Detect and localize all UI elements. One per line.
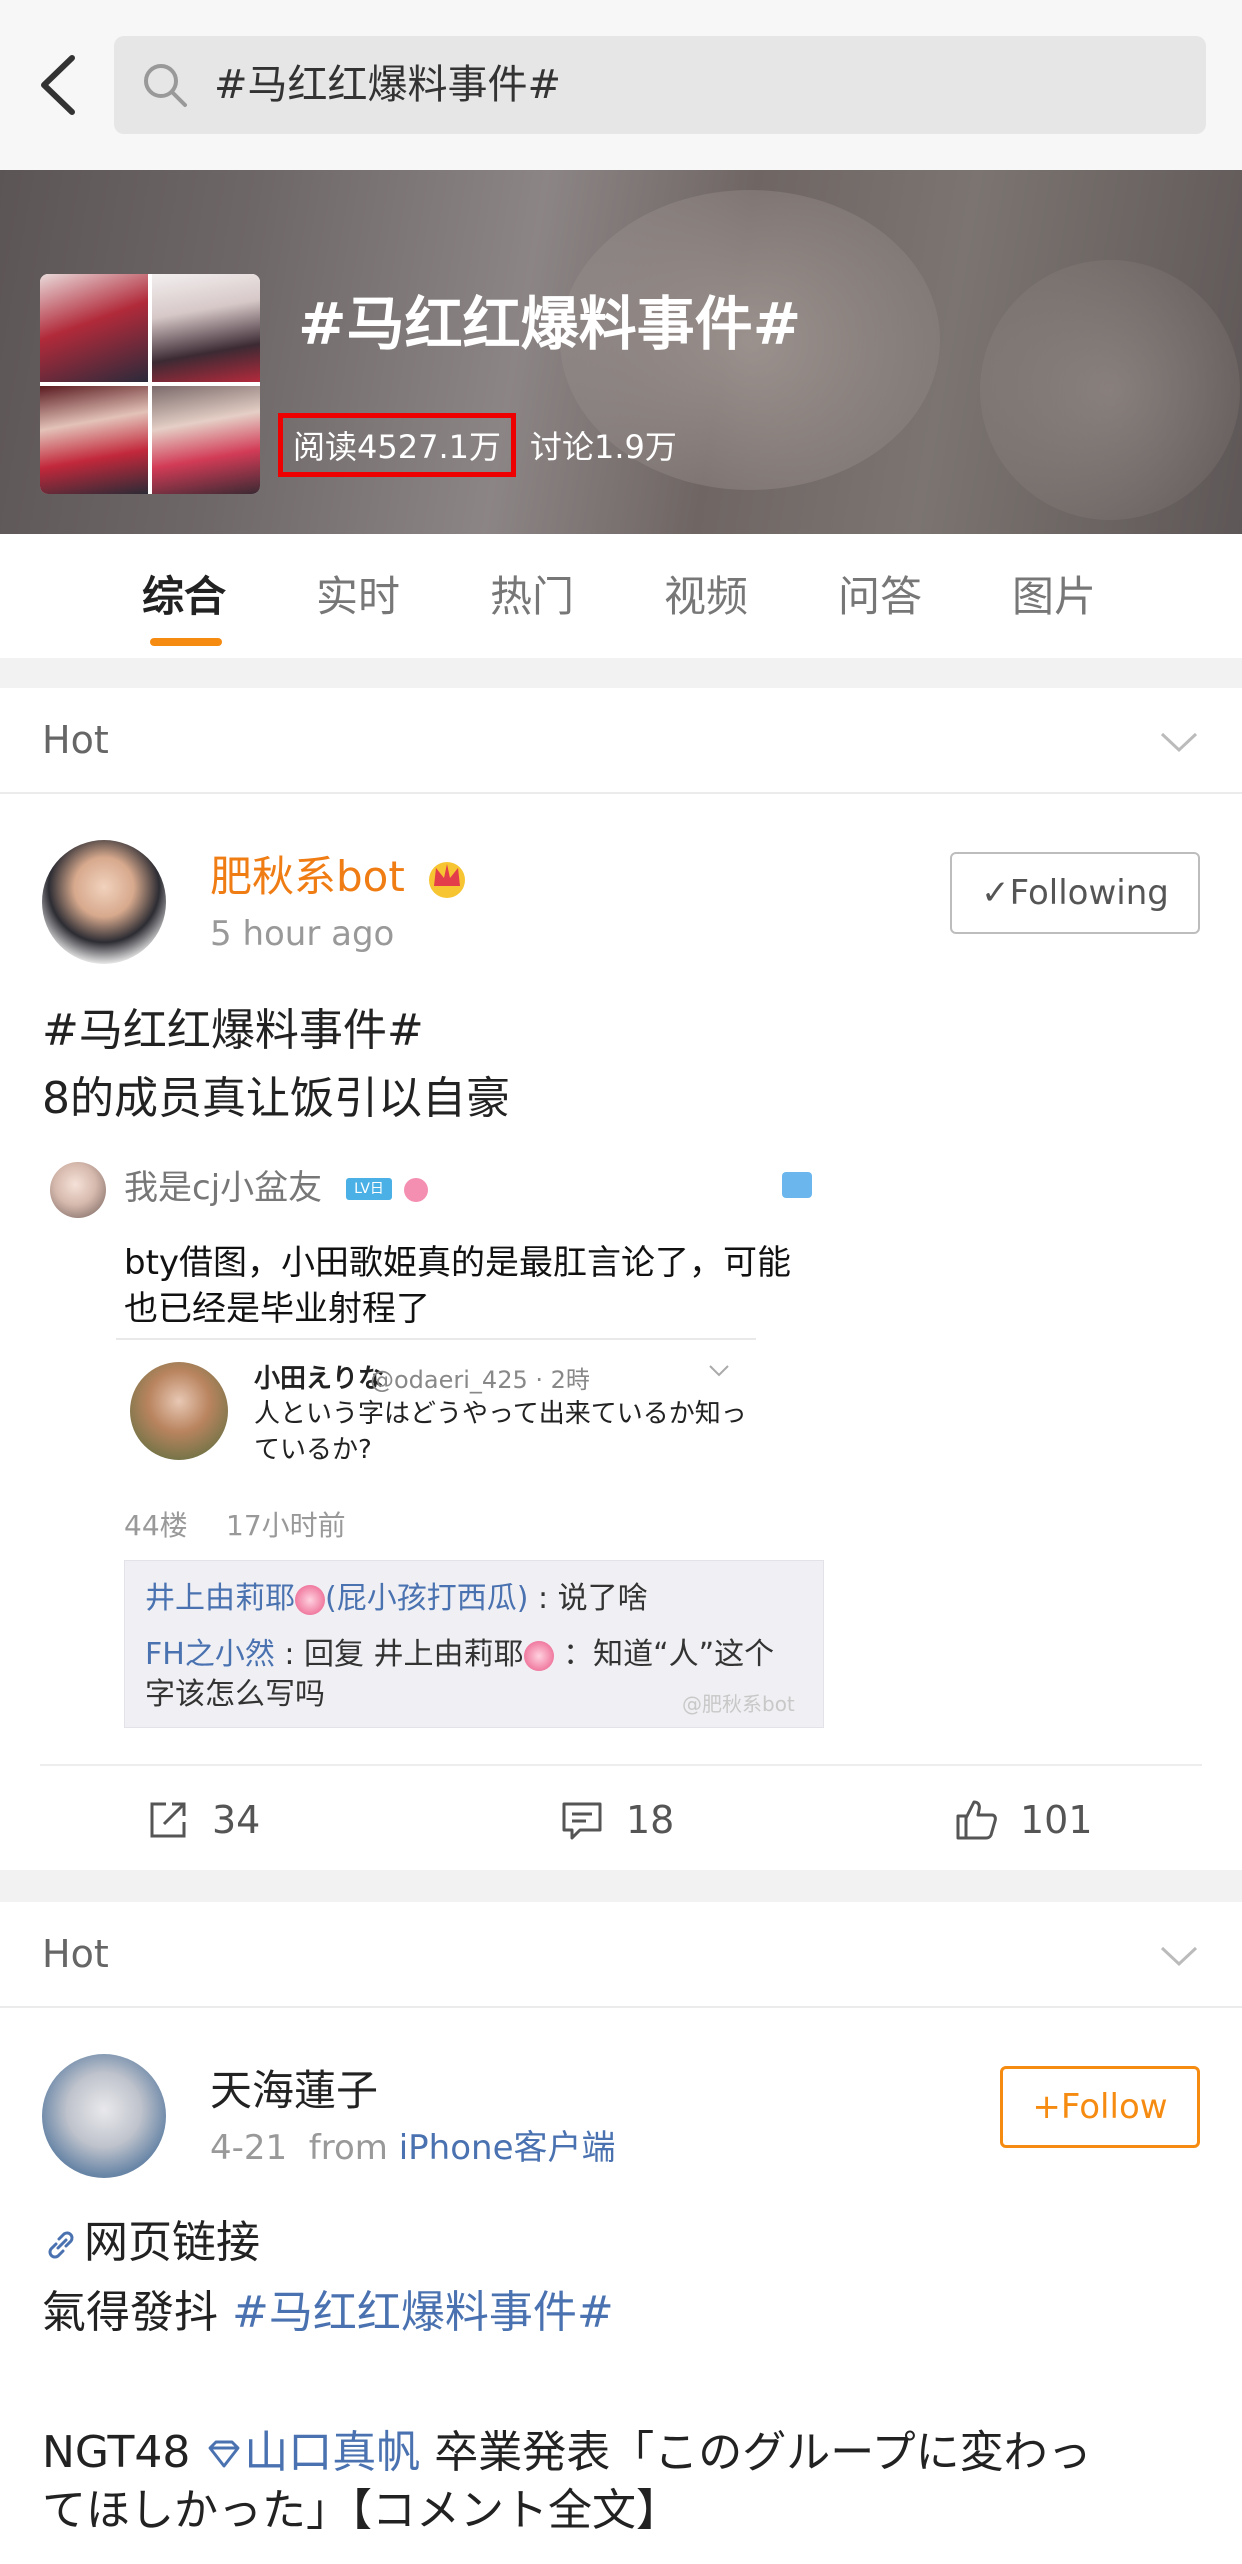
like-count: 101: [1020, 1798, 1093, 1842]
author-name[interactable]: 肥秋系bot: [210, 850, 405, 904]
tab-images[interactable]: 图片: [1012, 570, 1096, 624]
chevron-down-icon[interactable]: [1158, 722, 1200, 762]
post-text-prefix: 氣得發抖: [42, 2287, 232, 2338]
comment-count: 18: [626, 1798, 675, 1842]
tab-realtime[interactable]: 实时: [316, 570, 400, 624]
avatar[interactable]: [42, 840, 166, 964]
thumbnail-image: [40, 274, 148, 382]
diamond-icon: [208, 2440, 240, 2468]
tweet-text: 人という字はどうやって出来ているか知っているか?: [254, 1399, 747, 1465]
thumbnail-image: [152, 386, 260, 494]
discuss-count: 讨论1.9万: [529, 428, 677, 466]
post-date: 4-21: [210, 2128, 288, 2168]
topic-thumbnail-grid: [40, 274, 260, 494]
tab-video[interactable]: 视频: [664, 570, 748, 624]
post-card: Hot 肥秋系bot 5 hour ago ✓Following #马红红爆料事…: [0, 688, 1242, 1870]
topic-title: #马红红爆料事件#: [298, 290, 802, 358]
mention-link[interactable]: 山口真帆: [204, 2427, 420, 2478]
avatar[interactable]: [42, 2054, 166, 2178]
reply-user-suffix: (屁小孩打西瓜): [325, 1581, 529, 1616]
banner-background-glow: [980, 260, 1240, 520]
floor-time: 17小时前: [226, 1509, 346, 1542]
quoted-tweet: 小田えりな @odaeri_425 · 2時 人という字はどうやって出来ているか…: [116, 1338, 756, 1498]
active-tab-indicator: [150, 638, 222, 646]
section-header: Hot: [0, 1902, 1242, 2008]
comment-bubble-icon: [782, 1172, 812, 1198]
tab-comprehensive[interactable]: 综合: [142, 570, 226, 624]
link-icon: [48, 2231, 74, 2259]
search-input[interactable]: #马红红爆料事件#: [114, 36, 1206, 134]
section-label: Hot: [42, 718, 109, 762]
search-icon: [144, 64, 187, 107]
comment-button[interactable]: 18: [560, 1796, 674, 1844]
flower-icon: [523, 1640, 554, 1671]
post-actions: 34 18 101: [40, 1764, 1202, 1872]
flower-icon: [295, 1584, 325, 1615]
section-label: Hot: [42, 1932, 109, 1976]
topic-link[interactable]: #马红红爆料事件#: [232, 2287, 614, 2338]
share-count: 34: [212, 1798, 261, 1842]
thumbnail-image: [40, 386, 148, 494]
topic-link[interactable]: #马红红爆料事件#: [42, 1002, 424, 1060]
author-name[interactable]: 天海蓮子: [210, 2064, 378, 2118]
like-button[interactable]: 101: [954, 1796, 1093, 1844]
tweet-avatar: [130, 1362, 228, 1460]
post-text: 氣得發抖 #马红红爆料事件#: [42, 2284, 614, 2342]
embedded-username: 我是cj小盆友: [124, 1168, 323, 1208]
post-time: 5 hour ago: [210, 914, 395, 954]
chevron-down-icon: [709, 1365, 729, 1377]
tweet-handle: @odaeri_425 · 2時: [370, 1366, 590, 1394]
web-link[interactable]: 网页链接: [42, 2214, 260, 2272]
from-label: from: [308, 2128, 388, 2168]
tab-bar: 综合 实时 热门 视频 问答 图片: [0, 534, 1242, 658]
comment-icon: [562, 1802, 602, 1840]
post-card: Hot 天海蓮子 4-21 from iPhone客户端 +Follow 网页链…: [0, 1902, 1242, 2564]
post-text-2-line2: てほしかった」【コメント全文】: [42, 2485, 680, 2536]
search-query: #马红红爆料事件#: [214, 62, 562, 108]
topic-stats: 阅读4527.1万 讨论1.9万: [278, 413, 677, 477]
tab-hot[interactable]: 热门: [490, 570, 574, 624]
floor-number: 44楼: [124, 1509, 188, 1542]
top-bar: #马红红爆料事件#: [0, 0, 1242, 170]
tab-qa[interactable]: 问答: [838, 570, 922, 624]
thumbnail-image: [152, 274, 260, 382]
like-icon: [956, 1800, 997, 1840]
level-badge: LV日: [346, 1178, 392, 1200]
reply-item: 井上由莉耶 (屁小孩打西瓜) : 说了啥: [145, 1579, 785, 1619]
share-button[interactable]: 34: [146, 1796, 260, 1844]
post-text-2: NGT48 山口真帆 卒業発表「このグループに変わってほしかった」【コメント全文…: [42, 2424, 1202, 2540]
female-icon: [404, 1178, 428, 1202]
reply-user: 井上由莉耶: [145, 1581, 295, 1616]
back-icon[interactable]: [34, 52, 82, 118]
post-text-2-rest: 卒業発表「このグループに変わっ: [420, 2427, 1092, 2478]
embedded-text: bty借图，小田歌姫真的是最肛言论了，可能也已经是毕业射程了: [124, 1243, 792, 1329]
crown-icon: [429, 862, 465, 898]
reply-user: FH之小然: [145, 1637, 275, 1672]
tweet-name: 小田えりな: [254, 1364, 385, 1394]
post-text: 8的成员真让饭引以自豪: [42, 1073, 510, 1124]
read-count: 阅读4527.1万: [278, 413, 516, 477]
reply-text: : 回复 井上由莉耶: [274, 1637, 524, 1672]
follow-button[interactable]: +Follow: [1000, 2066, 1200, 2148]
reply-text: : 说了啥: [528, 1581, 648, 1616]
embedded-image[interactable]: 我是cj小盆友 LV日 bty借图，小田歌姫真的是最肛言论了，可能也已经是毕业射…: [42, 1148, 824, 1728]
post-text-2-prefix: NGT48: [42, 2427, 205, 2478]
share-icon: [150, 1802, 186, 1838]
following-button[interactable]: ✓Following: [950, 852, 1200, 934]
web-link-text: 网页链接: [84, 2217, 260, 2268]
topic-banner: #马红红爆料事件# 阅读4527.1万 讨论1.9万: [0, 170, 1242, 534]
post-meta: 4-21 from iPhone客户端: [210, 2126, 616, 2170]
chevron-down-icon[interactable]: [1158, 1936, 1200, 1976]
watermark: @肥秋系bot: [682, 1692, 795, 1716]
embedded-avatar: [50, 1162, 106, 1218]
mention-name: 山口真帆: [244, 2427, 421, 2478]
section-header: Hot: [0, 688, 1242, 794]
post-source[interactable]: iPhone客户端: [399, 2128, 616, 2168]
